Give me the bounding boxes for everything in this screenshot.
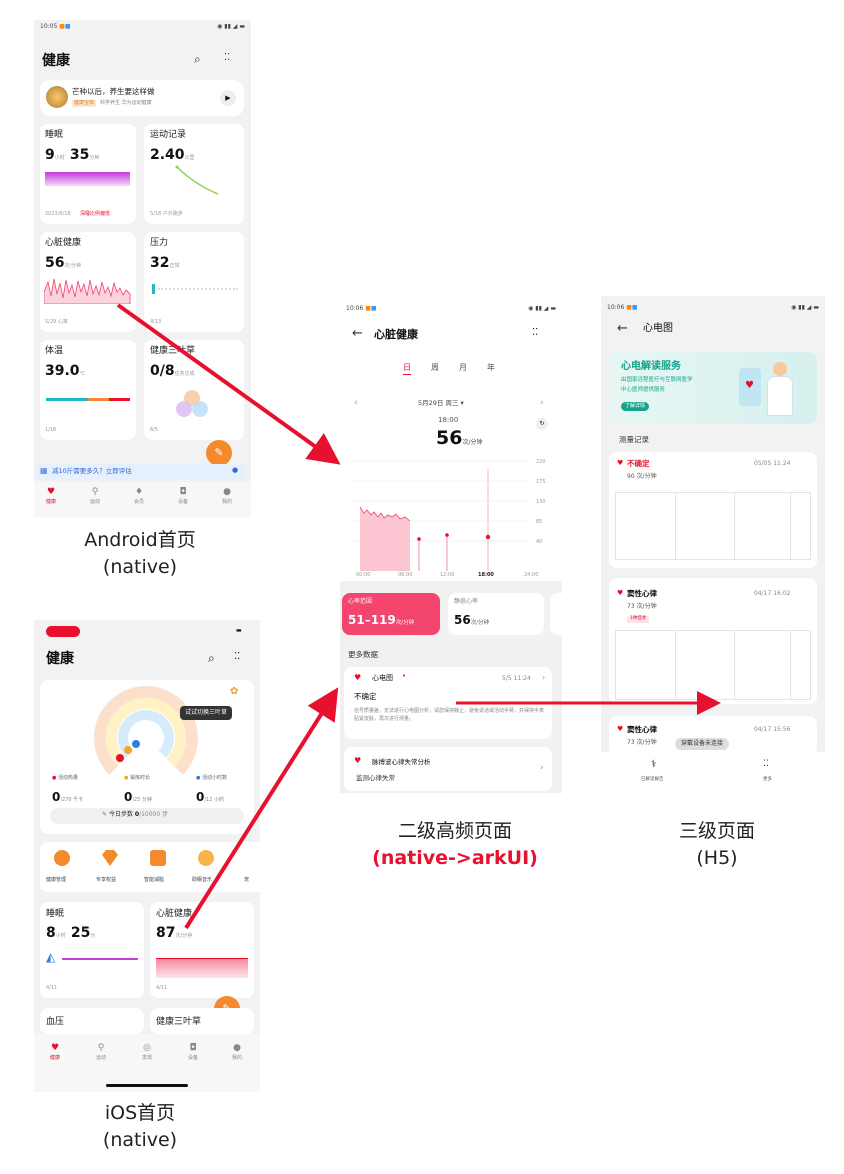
flow-arrows <box>116 303 721 930</box>
arrow-android-to-second <box>116 303 341 465</box>
arrow-ios-to-second <box>184 687 339 930</box>
